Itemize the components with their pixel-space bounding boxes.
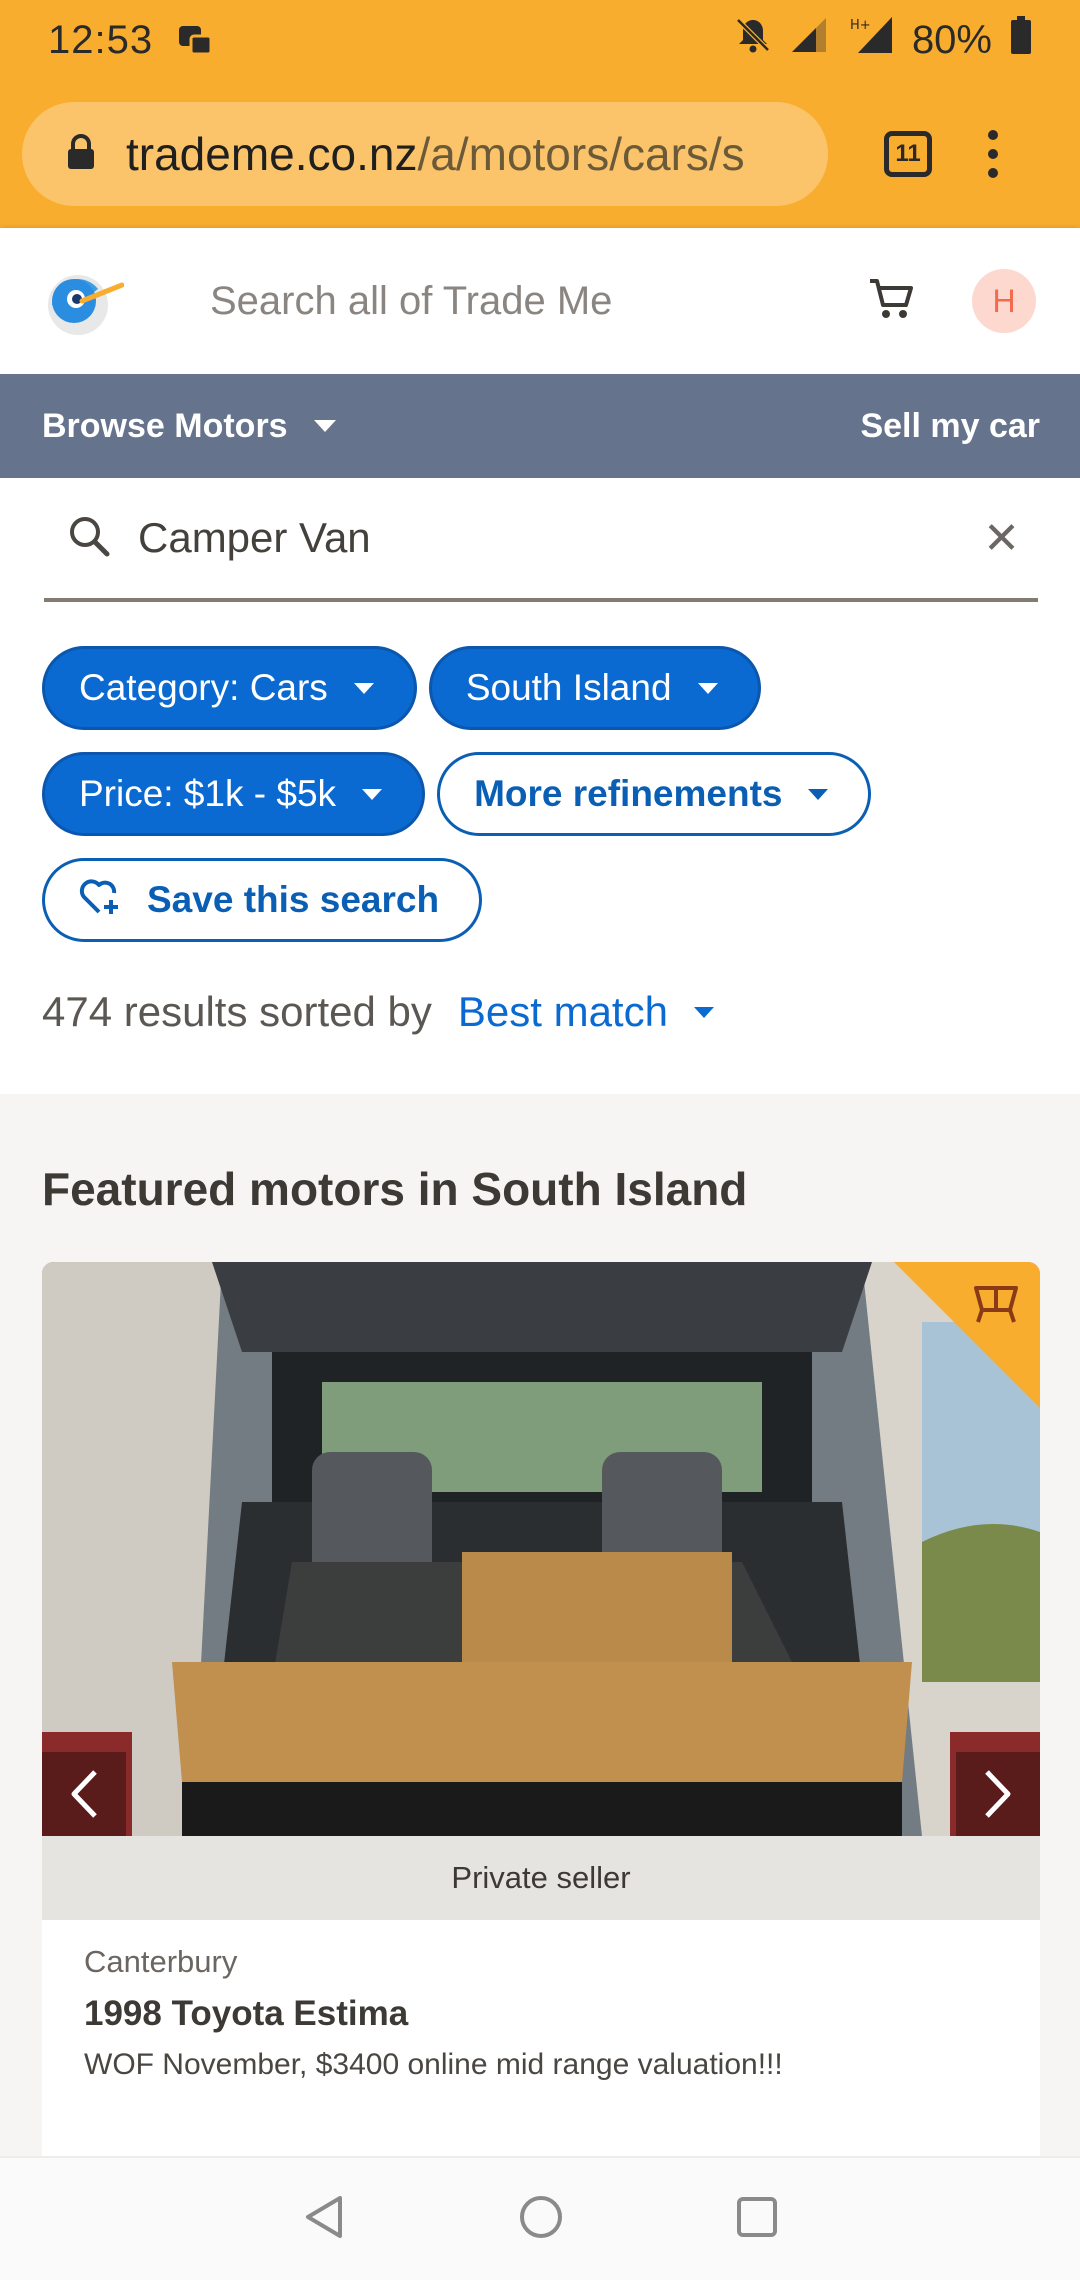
- listing-description: WOF November, $3400 online mid range val…: [84, 2048, 783, 2081]
- more-refinements-label: More refinements: [474, 773, 783, 814]
- cart-icon[interactable]: [868, 277, 914, 326]
- category-filter-label: Category: Cars: [79, 667, 328, 708]
- search-input[interactable]: Camper Van: [138, 514, 371, 562]
- save-search-button[interactable]: Save this search: [42, 858, 483, 942]
- home-icon[interactable]: [518, 2194, 564, 2245]
- chevron-down-icon: [697, 682, 718, 694]
- lock-icon: [66, 133, 96, 175]
- notification-icon: [175, 18, 215, 63]
- svg-text:H+: H+: [850, 18, 871, 33]
- price-filter-chip[interactable]: Price: $1k - $5k: [42, 752, 426, 836]
- sell-my-car-link[interactable]: Sell my car: [860, 407, 1040, 446]
- price-filter-label: Price: $1k - $5k: [79, 773, 337, 814]
- battery-icon: [1010, 16, 1032, 64]
- more-refinements-button[interactable]: More refinements: [437, 752, 872, 836]
- tabs-button[interactable]: 11: [884, 131, 932, 177]
- browse-motors-button[interactable]: Browse Motors: [42, 407, 336, 446]
- featured-icon: [970, 1280, 1022, 1331]
- chevron-down-icon: [362, 788, 383, 800]
- search-icon: [68, 515, 110, 562]
- chevron-right-icon: [985, 1770, 1011, 1818]
- listing-title[interactable]: 1998 Toyota Estima: [84, 1994, 408, 2034]
- network-icon: H+: [848, 15, 894, 65]
- menu-icon[interactable]: [988, 130, 998, 178]
- chevron-down-icon: [313, 420, 336, 432]
- chevron-down-icon[interactable]: [693, 1006, 714, 1018]
- listing-photo[interactable]: [42, 1262, 1040, 1836]
- sort-dropdown[interactable]: Best match: [458, 988, 668, 1036]
- previous-photo-button[interactable]: [42, 1752, 126, 1836]
- url-path: /a/motors/cars/s: [417, 128, 745, 180]
- trademe-logo-icon[interactable]: [44, 261, 125, 341]
- chevron-down-icon: [808, 788, 829, 800]
- heart-plus-icon: [79, 876, 125, 925]
- system-nav-bar: [0, 2156, 1080, 2280]
- results-summary: 474 results sorted by Best match: [42, 988, 714, 1036]
- chevron-down-icon: [353, 682, 374, 694]
- next-photo-button[interactable]: [956, 1752, 1040, 1836]
- avatar[interactable]: H: [972, 269, 1036, 333]
- motors-nav: Browse Motors Sell my car: [0, 374, 1080, 478]
- listing-card[interactable]: Private seller Canterbury 1998 Toyota Es…: [42, 1262, 1040, 2162]
- seller-type-bar: Private seller: [42, 1836, 1040, 1920]
- filter-chips: Category: Cars South Island Price: $1k -…: [42, 646, 1052, 964]
- listing-location: Canterbury: [84, 1944, 238, 1979]
- seller-type: Private seller: [451, 1860, 631, 1895]
- status-time: 12:53: [48, 17, 154, 62]
- site-header: Search all of Trade Me H: [0, 228, 1080, 374]
- tab-count: 11: [895, 140, 921, 167]
- url-host: trademe.co.nz: [126, 128, 418, 180]
- browser-toolbar: trademe.co.nz/a/motors/cars/s 11: [0, 80, 1080, 228]
- results-count: 474 results sorted by: [42, 988, 432, 1035]
- motors-search-field[interactable]: Camper Van ✕: [44, 478, 1038, 602]
- category-filter-chip[interactable]: Category: Cars: [42, 646, 417, 730]
- save-search-label: Save this search: [147, 879, 440, 920]
- url-bar[interactable]: trademe.co.nz/a/motors/cars/s: [22, 102, 828, 206]
- status-bar: 12:53 H+ 80%: [0, 0, 1080, 80]
- chevron-left-icon: [71, 1770, 97, 1818]
- mute-icon: [734, 16, 772, 64]
- signal-icon: [790, 16, 830, 64]
- back-icon[interactable]: [302, 2194, 346, 2245]
- site-search-input[interactable]: Search all of Trade Me: [210, 279, 612, 324]
- region-filter-chip[interactable]: South Island: [428, 646, 761, 730]
- region-filter-label: South Island: [465, 667, 672, 708]
- recents-icon[interactable]: [736, 2196, 778, 2243]
- close-icon[interactable]: ✕: [983, 513, 1020, 564]
- battery-percent: 80%: [911, 17, 992, 62]
- browse-motors-label: Browse Motors: [42, 406, 288, 445]
- featured-title: Featured motors in South Island: [42, 1163, 748, 1215]
